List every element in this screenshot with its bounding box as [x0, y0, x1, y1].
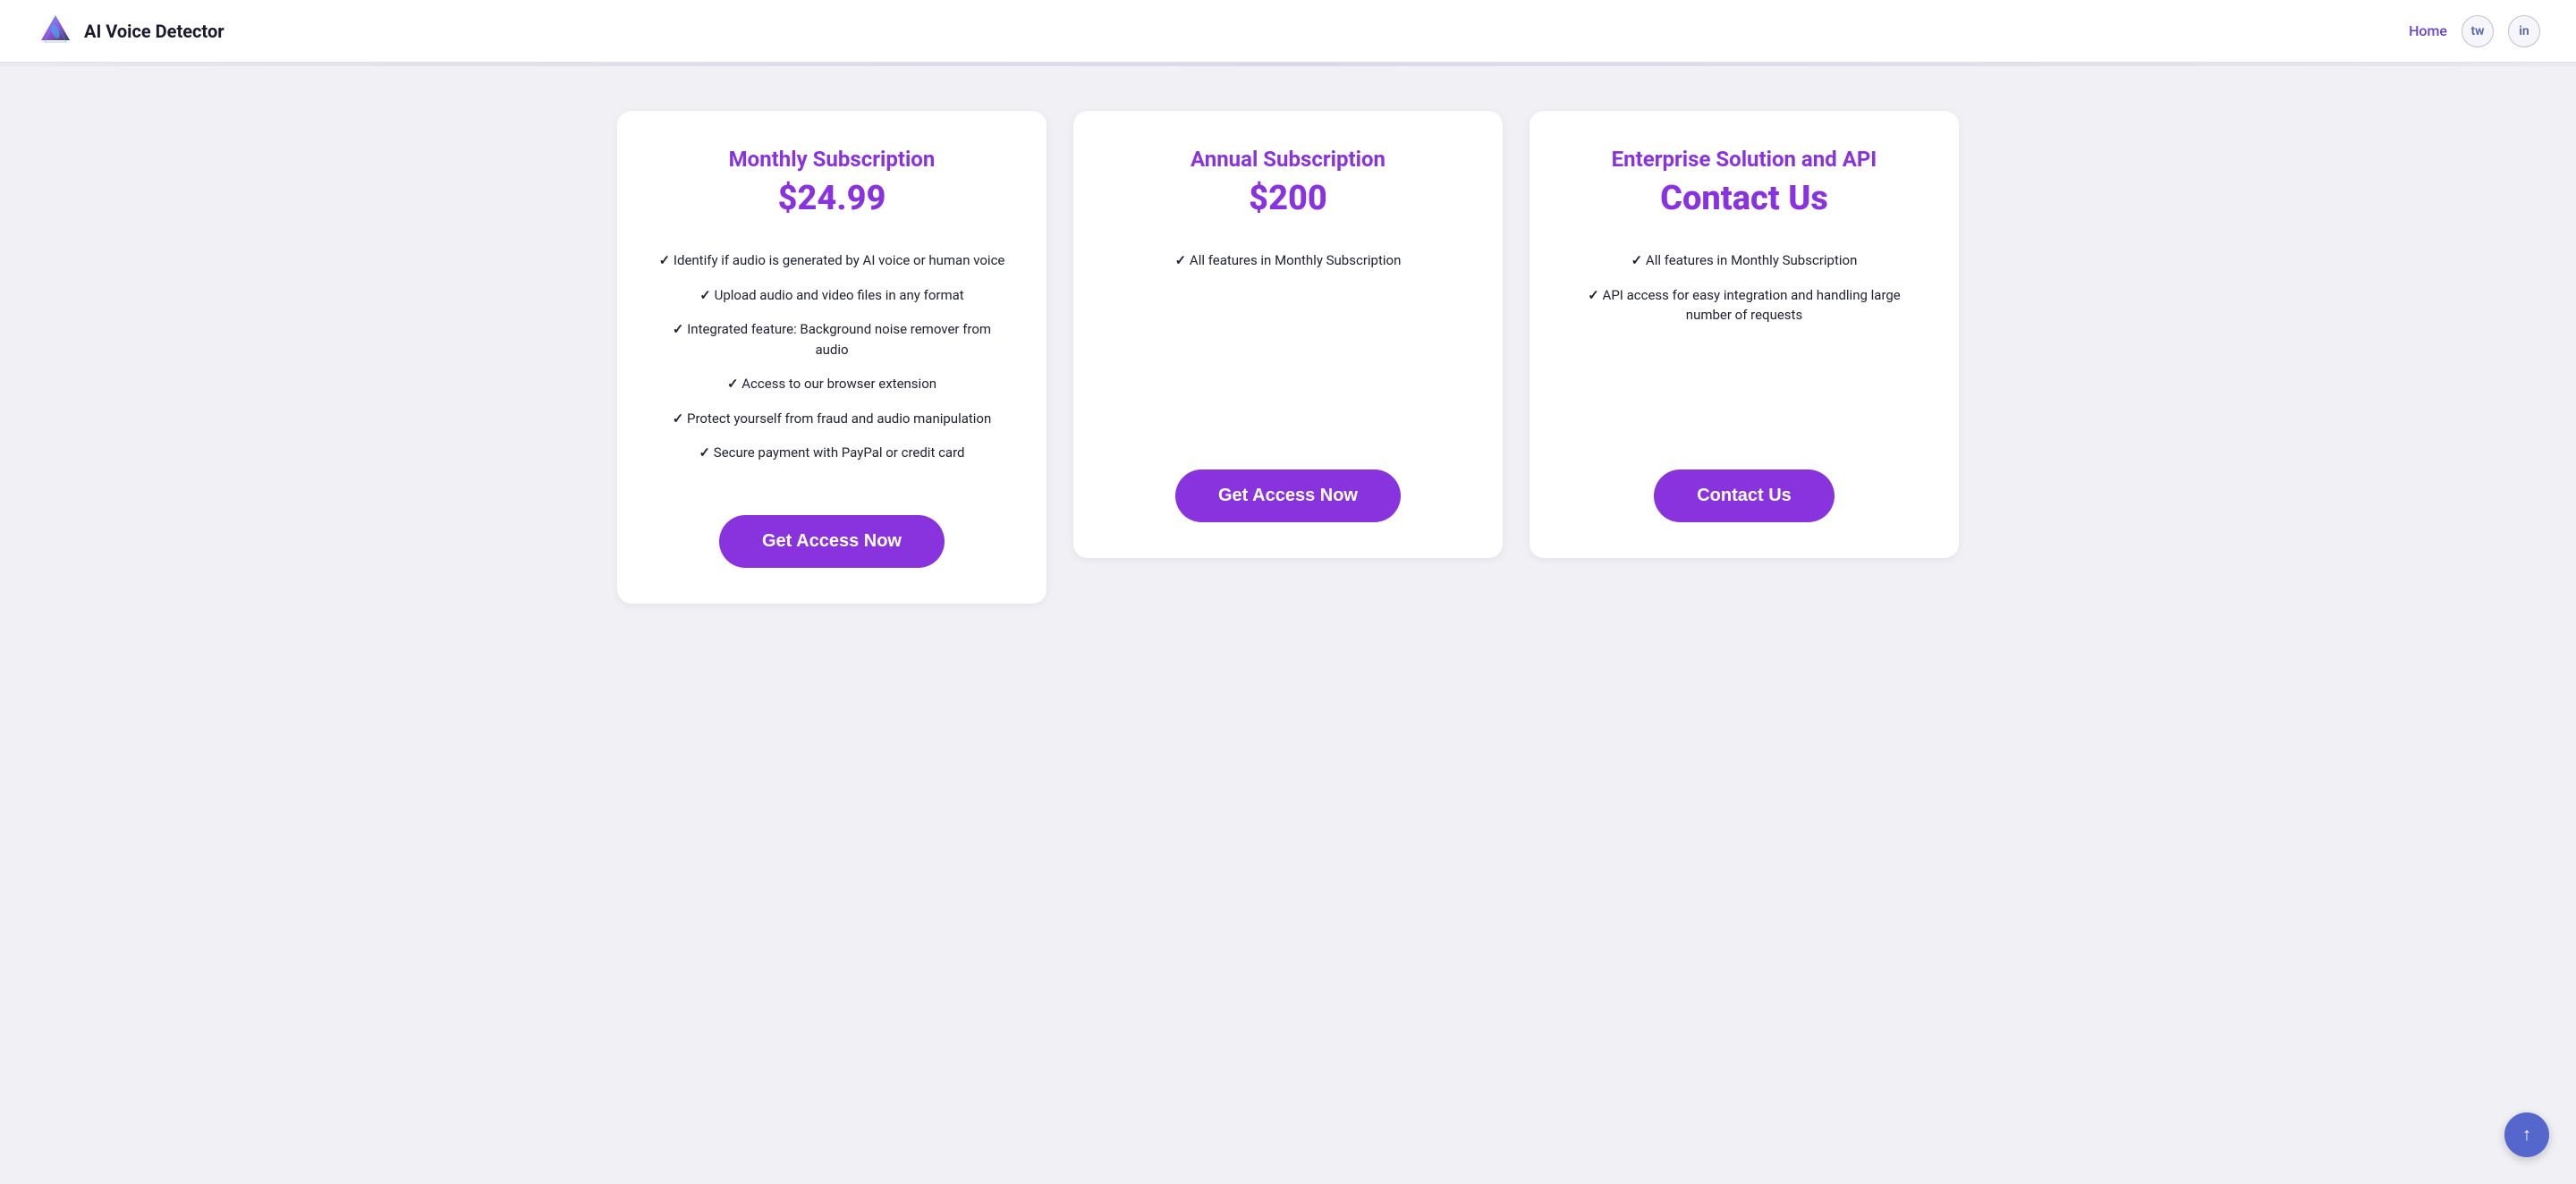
- monthly-features: Identify if audio is generated by AI voi…: [649, 243, 1014, 497]
- logo-text: AI Voice Detector: [84, 21, 225, 42]
- logo-area: AI Voice Detector: [36, 12, 225, 51]
- annual-cta-button[interactable]: Get Access Now: [1175, 469, 1401, 522]
- list-item: Upload audio and video files in any form…: [649, 278, 1014, 313]
- twitter-button[interactable]: tw: [2462, 15, 2494, 47]
- list-item: Secure payment with PayPal or credit car…: [649, 436, 1014, 470]
- monthly-card: Monthly Subscription $24.99 Identify if …: [617, 111, 1046, 604]
- list-item: API access for easy integration and hand…: [1562, 278, 1927, 333]
- monthly-title: Monthly Subscription: [729, 147, 936, 172]
- list-item: Access to our browser extension: [649, 367, 1014, 402]
- main-content: Monthly Subscription $24.99 Identify if …: [0, 66, 2576, 648]
- annual-features: All features in Monthly Subscription: [1106, 243, 1470, 305]
- list-item: Protect yourself from fraud and audio ma…: [649, 402, 1014, 436]
- annual-card: Annual Subscription $200 All features in…: [1073, 111, 1503, 558]
- logo-icon: [36, 12, 75, 51]
- enterprise-features: All features in Monthly Subscription API…: [1562, 243, 1927, 359]
- annual-price: $200: [1249, 179, 1327, 218]
- list-item: All features in Monthly Subscription: [1106, 243, 1470, 278]
- monthly-price: $24.99: [778, 179, 886, 218]
- enterprise-price: Contact Us: [1660, 179, 1828, 218]
- scroll-top-icon: ↑: [2522, 1125, 2531, 1146]
- scroll-top-button[interactable]: ↑: [2504, 1112, 2549, 1157]
- header: AI Voice Detector Home tw in: [0, 0, 2576, 63]
- monthly-cta-button[interactable]: Get Access Now: [719, 515, 945, 568]
- enterprise-cta-button[interactable]: Contact Us: [1654, 469, 1835, 522]
- annual-title: Annual Subscription: [1191, 147, 1385, 172]
- linkedin-button[interactable]: in: [2508, 15, 2540, 47]
- list-item: All features in Monthly Subscription: [1562, 243, 1927, 278]
- enterprise-title: Enterprise Solution and API: [1612, 147, 1877, 172]
- enterprise-card: Enterprise Solution and API Contact Us A…: [1530, 111, 1959, 558]
- list-item: Identify if audio is generated by AI voi…: [649, 243, 1014, 278]
- list-item: Integrated feature: Background noise rem…: [649, 312, 1014, 367]
- nav-home-link[interactable]: Home: [2409, 22, 2447, 39]
- nav-area: Home tw in: [2409, 15, 2540, 47]
